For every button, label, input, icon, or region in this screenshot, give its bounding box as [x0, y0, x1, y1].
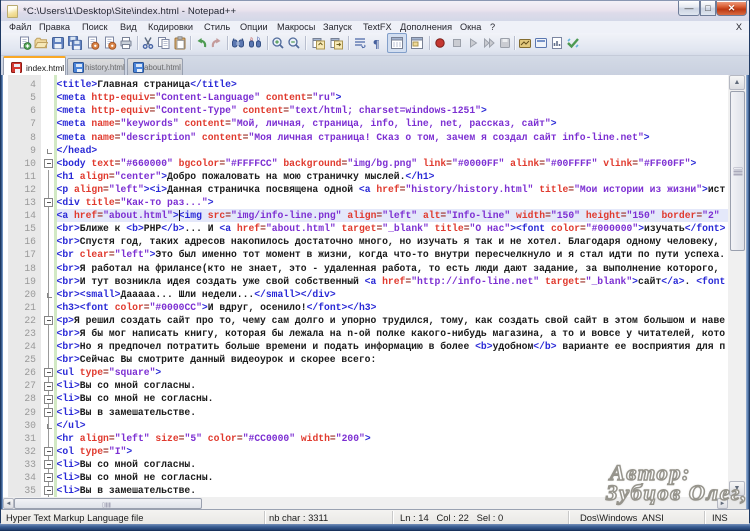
svg-text:a: a	[250, 37, 253, 43]
svg-text:b: b	[257, 37, 260, 43]
svg-text:¶: ¶	[373, 37, 379, 51]
